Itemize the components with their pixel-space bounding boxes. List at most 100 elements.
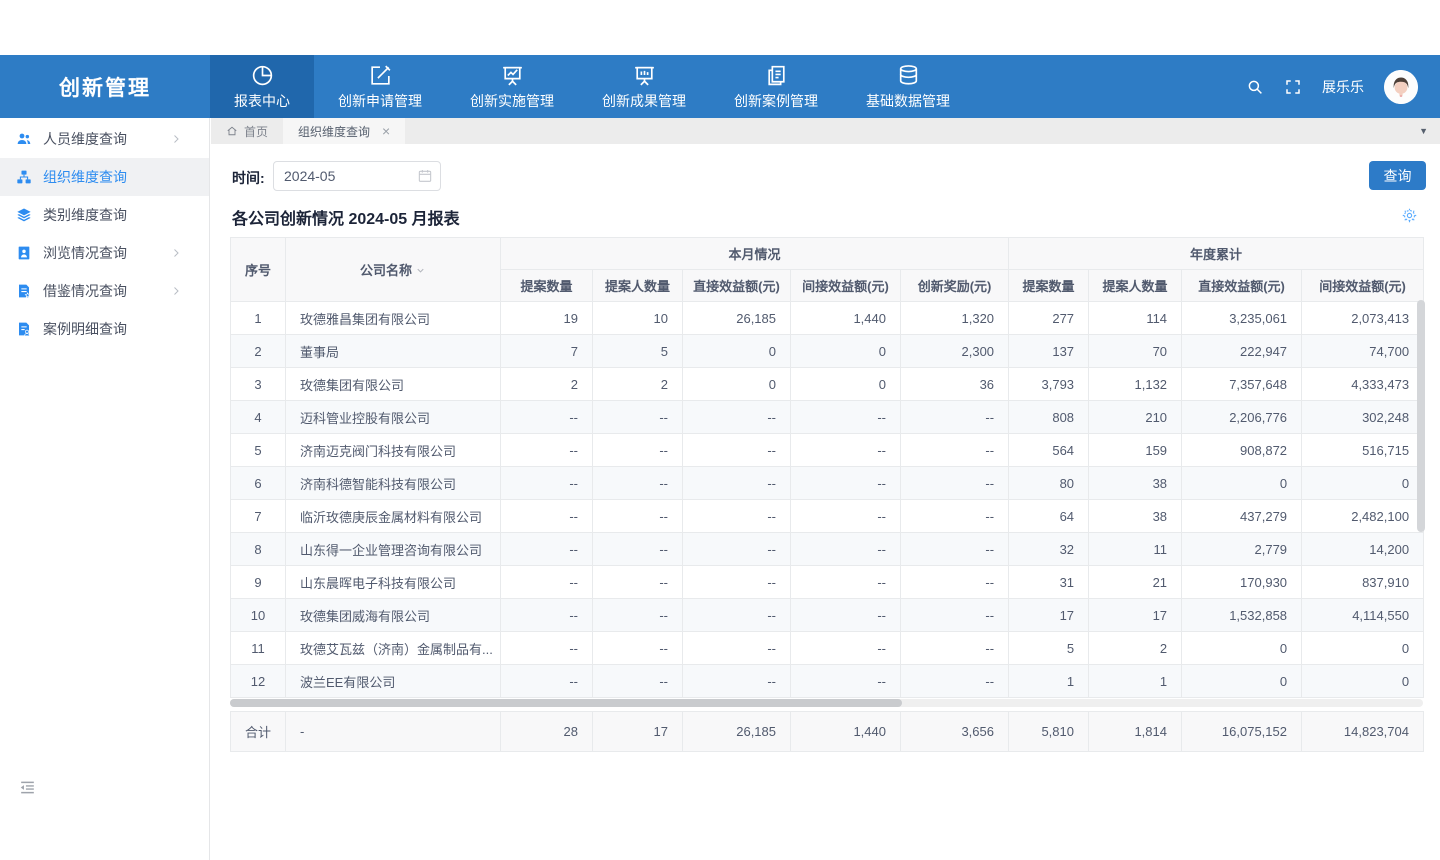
cell-value: -- [791, 434, 901, 467]
cell-value: 137 [1009, 335, 1089, 368]
cell-value: 3,793 [1009, 368, 1089, 401]
cell-value: 210 [1089, 401, 1182, 434]
horizontal-scrollbar-thumb[interactable] [230, 699, 902, 707]
cell-value: 159 [1089, 434, 1182, 467]
cell-value: -- [501, 665, 593, 698]
cell-value: 1,532,858 [1182, 599, 1302, 632]
cell-value: 114 [1089, 302, 1182, 335]
table-row: 8山东得一企业管理咨询有限公司----------32112,77914,200 [231, 533, 1424, 566]
cell-value: 10 [593, 302, 683, 335]
sidebar-item-2[interactable]: 组织维度查询 [0, 158, 209, 196]
avatar[interactable] [1384, 70, 1418, 104]
org-icon [16, 169, 32, 185]
total-value: 28 [501, 712, 593, 752]
tab-1[interactable]: 首页 [211, 118, 283, 144]
nav-item-label: 创新实施管理 [470, 91, 554, 111]
cell-value: 0 [1182, 467, 1302, 500]
cell-value: 2,206,776 [1182, 401, 1302, 434]
sidebar-item-label: 类别维度查询 [43, 205, 127, 225]
col-header-company[interactable]: 公司名称 [286, 238, 501, 302]
cell-value: 2 [1089, 632, 1182, 665]
tab-list-dropdown-icon[interactable]: ▼ [1419, 126, 1440, 136]
total-row-wrap: 合计-281726,1851,4403,6565,8101,81416,075,… [230, 711, 1423, 752]
cell-value: 11 [1089, 533, 1182, 566]
sub-col-header: 提案数量 [501, 270, 593, 302]
cell-value: -- [683, 533, 791, 566]
cell-value: -- [683, 467, 791, 500]
nav-item-label: 报表中心 [234, 91, 290, 111]
table-row: 1玫德雅昌集团有限公司191026,1851,4401,3202771143,2… [231, 302, 1424, 335]
settings-gear-icon[interactable] [1401, 207, 1418, 224]
result-board-icon [632, 63, 657, 88]
nav-item-1[interactable]: 报表中心 [210, 55, 314, 118]
sidebar-item-6[interactable]: 案例明细查询 [0, 310, 209, 348]
chart-board-icon [500, 63, 525, 88]
cell-value: 38 [1089, 500, 1182, 533]
cell-value: 516,715 [1302, 434, 1424, 467]
fullscreen-icon[interactable] [1284, 78, 1302, 96]
cell-value: 0 [791, 368, 901, 401]
total-row: 合计-281726,1851,4403,6565,8101,81416,075,… [231, 712, 1424, 752]
nav-item-2[interactable]: 创新申请管理 [314, 55, 446, 118]
sidebar-item-label: 浏览情况查询 [43, 243, 127, 263]
total-value: 5,810 [1009, 712, 1089, 752]
total-value: 1,814 [1089, 712, 1182, 752]
nav-item-6[interactable]: 基础数据管理 [842, 55, 974, 118]
cell-value: 17 [1089, 599, 1182, 632]
cell-value: 1,132 [1089, 368, 1182, 401]
cell-seq: 11 [231, 632, 286, 665]
nav-item-3[interactable]: 创新实施管理 [446, 55, 578, 118]
cell-value: 0 [683, 368, 791, 401]
nav-item-label: 创新申请管理 [338, 91, 422, 111]
sidebar-item-label: 组织维度查询 [43, 167, 127, 187]
sidebar-item-3[interactable]: 类别维度查询 [0, 196, 209, 234]
nav-item-4[interactable]: 创新成果管理 [578, 55, 710, 118]
cell-seq: 7 [231, 500, 286, 533]
database-icon [896, 63, 921, 88]
cell-value: -- [501, 401, 593, 434]
col-group-header-1: 本月情况 [501, 238, 1009, 270]
cell-value: -- [501, 566, 593, 599]
cell-value: -- [501, 599, 593, 632]
cell-value: 19 [501, 302, 593, 335]
sidebar-item-5[interactable]: 借鉴情况查询 [0, 272, 209, 310]
table-row: 2董事局75002,30013770222,94774,700 [231, 335, 1424, 368]
cell-value: 1,440 [791, 302, 901, 335]
nav-item-label: 创新案例管理 [734, 91, 818, 111]
cell-value: 64 [1009, 500, 1089, 533]
nav-item-label: 创新成果管理 [602, 91, 686, 111]
cell-value: 222,947 [1182, 335, 1302, 368]
cell-seq: 5 [231, 434, 286, 467]
cell-value: -- [791, 467, 901, 500]
cell-company-name: 玫德集团有限公司 [286, 368, 501, 401]
cell-value: 1 [1089, 665, 1182, 698]
cell-seq: 9 [231, 566, 286, 599]
col-header-label: 序号 [245, 263, 271, 278]
user-name[interactable]: 展乐乐 [1322, 77, 1364, 97]
cell-value: -- [683, 566, 791, 599]
cell-value: 5 [1009, 632, 1089, 665]
calendar-icon[interactable] [417, 168, 433, 184]
cell-value: 0 [1182, 665, 1302, 698]
query-button[interactable]: 查询 [1369, 161, 1426, 190]
cell-value: -- [901, 467, 1009, 500]
tab-close-icon[interactable]: × [382, 124, 390, 138]
vertical-scrollbar-thumb[interactable] [1417, 300, 1425, 532]
tab-2[interactable]: 组织维度查询 × [283, 118, 405, 144]
date-input[interactable] [273, 161, 441, 191]
tab-label: 组织维度查询 [298, 123, 370, 140]
total-value: 17 [593, 712, 683, 752]
nav-item-5[interactable]: 创新案例管理 [710, 55, 842, 118]
sidebar-item-label: 案例明细查询 [43, 319, 127, 339]
report-table-wrap: 序号公司名称本月情况年度累计提案数量提案人数量直接效益额(元)间接效益额(元)创… [230, 237, 1423, 698]
cell-seq: 3 [231, 368, 286, 401]
search-icon[interactable] [1246, 78, 1264, 96]
cell-value: -- [683, 632, 791, 665]
sidebar-item-4[interactable]: 浏览情况查询 [0, 234, 209, 272]
sidebar-item-1[interactable]: 人员维度查询 [0, 120, 209, 158]
cell-value: 36 [901, 368, 1009, 401]
collapse-sidebar-icon[interactable] [18, 778, 37, 797]
cell-company-name: 山东晨晖电子科技有限公司 [286, 566, 501, 599]
cell-value: 7,357,648 [1182, 368, 1302, 401]
time-filter-label: 时间: [232, 168, 265, 188]
